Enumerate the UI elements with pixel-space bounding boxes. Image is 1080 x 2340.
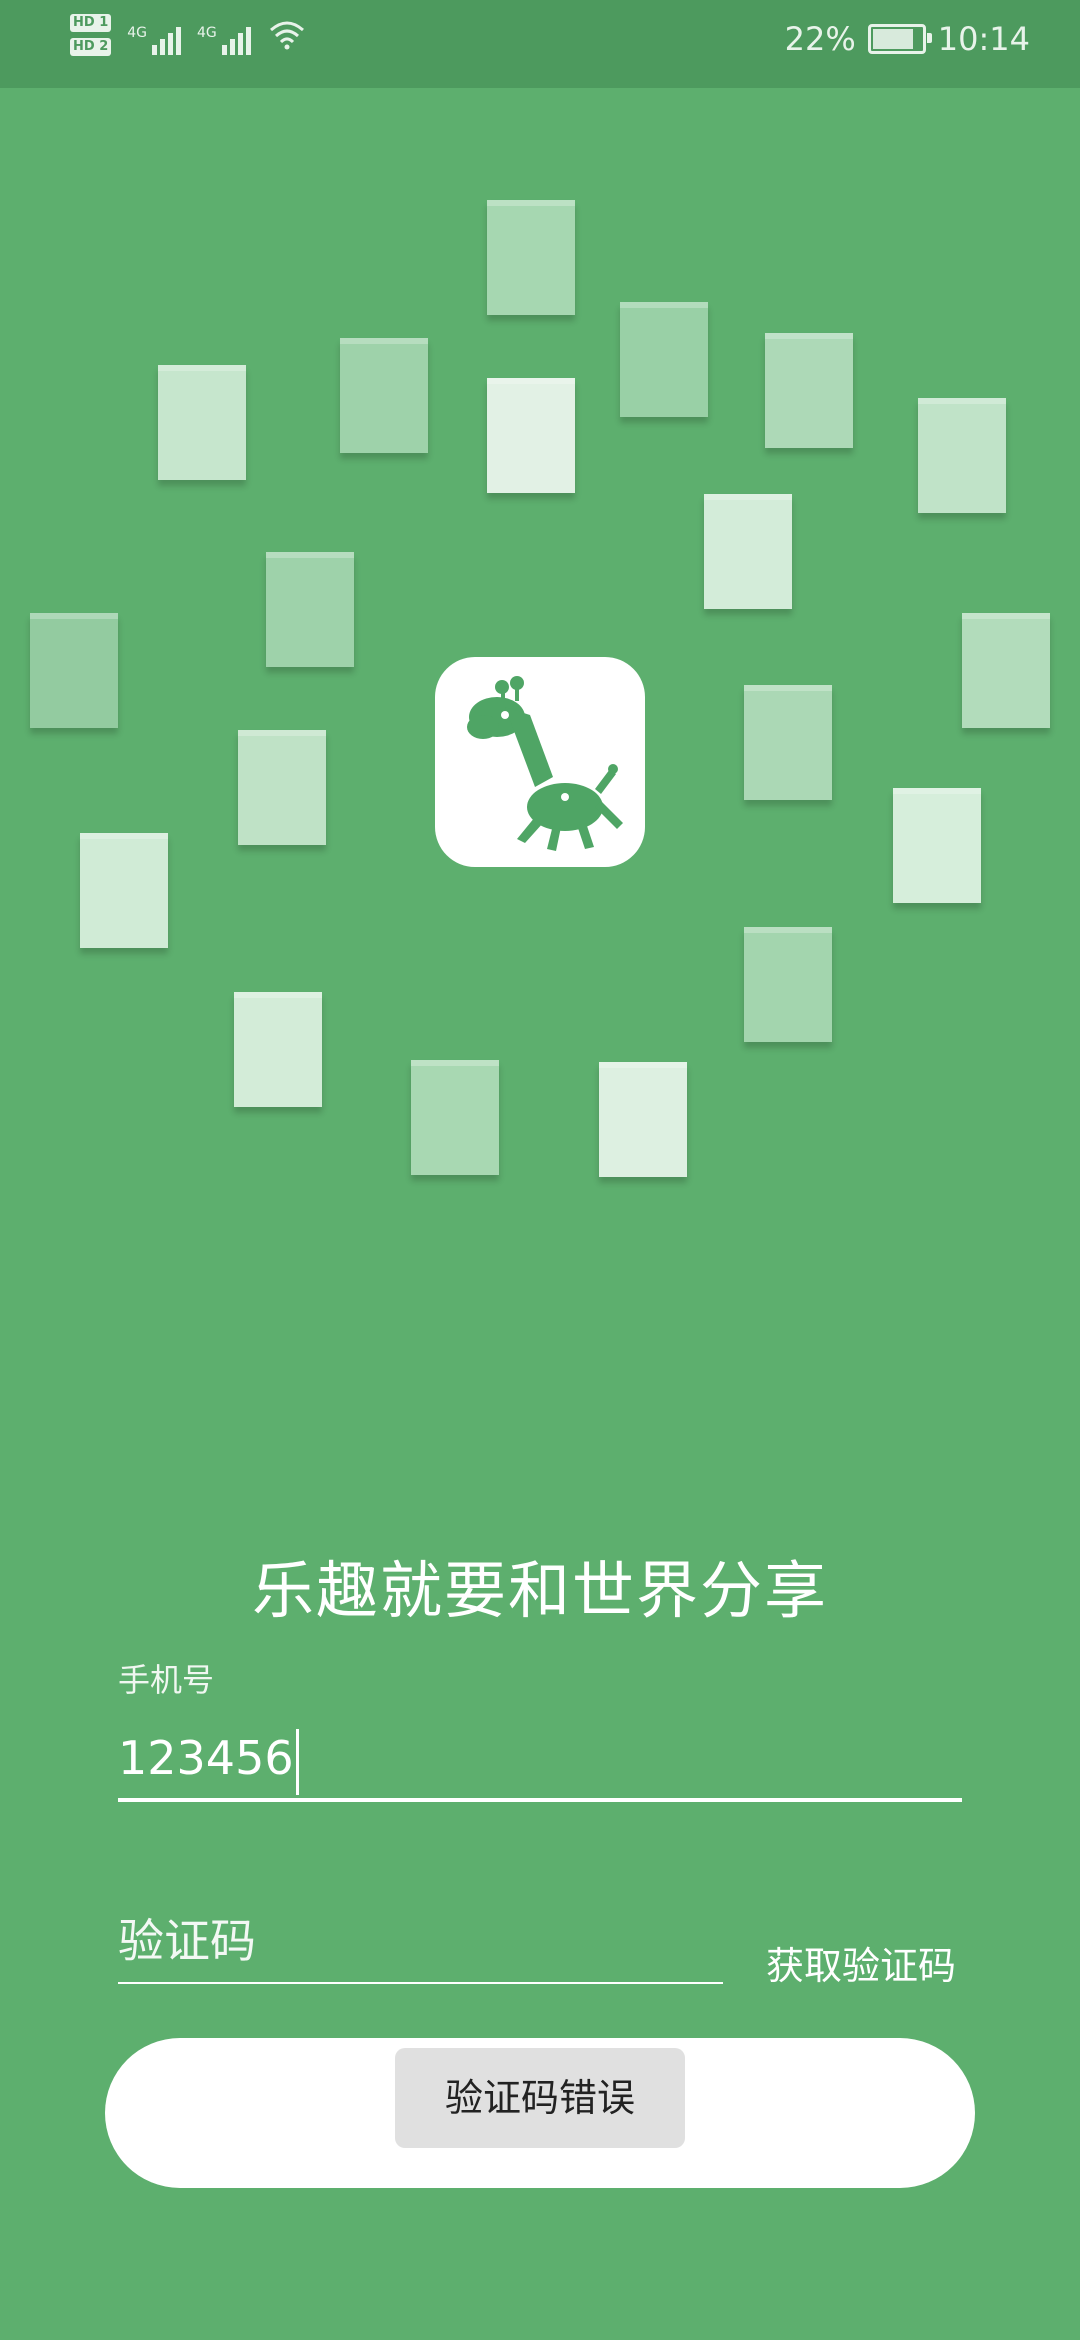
battery-percent: 22% [784,20,856,58]
hd1-badge: HD 1 [70,14,112,32]
get-code-button[interactable]: 获取验证码 [766,1935,956,1990]
decor-tile [234,992,322,1107]
decor-tile [340,338,428,453]
decor-tile [238,730,326,845]
hd2-badge: HD 2 [70,38,112,56]
decor-tile [620,302,708,417]
decor-tile [918,398,1006,513]
decor-tile [704,494,792,609]
giraffe-logo-icon [467,676,623,851]
decor-tile [765,333,853,448]
decor-tile [80,833,168,948]
decor-tile [893,788,981,903]
decor-tile [487,378,575,493]
phone-label: 手机号 [118,1661,215,1699]
decor-tile [744,685,832,800]
decor-tile [744,927,832,1042]
slogan: 乐趣就要和世界分享 [251,1554,828,1627]
decor-tile [599,1062,687,1177]
signal-icon-2: 4G [197,15,251,55]
clock: 10:14 [937,20,1030,58]
hd-indicators: HD 1 HD 2 [70,14,112,56]
decor-tile [411,1060,499,1175]
phone-input[interactable]: 123456 [118,1720,960,1796]
decor-tile [962,613,1050,728]
status-right: 22% 10:14 [785,20,1030,58]
network-type-1: 4G [127,25,148,41]
signal-icon: 4G [127,15,182,55]
error-toast: 验证码错误 [395,2048,685,2148]
phone-underline [118,1798,962,1802]
decor-tile [487,200,575,315]
text-caret [295,1728,299,1795]
app-logo [435,657,645,867]
status-bar: HD 1 HD 2 4G 4G 22% 10:14 [0,0,1080,88]
decor-tile [158,365,246,480]
code-input[interactable]: 验证码 [118,1905,256,1971]
decor-tile [266,552,354,667]
decor-tile [30,613,118,728]
code-underline [118,1982,723,1984]
phone-value: 123456 [118,1731,294,1785]
wifi-icon [269,21,304,50]
battery-icon [867,24,932,54]
network-type-2: 4G [197,25,217,41]
status-left: HD 1 HD 2 4G 4G [70,14,305,56]
